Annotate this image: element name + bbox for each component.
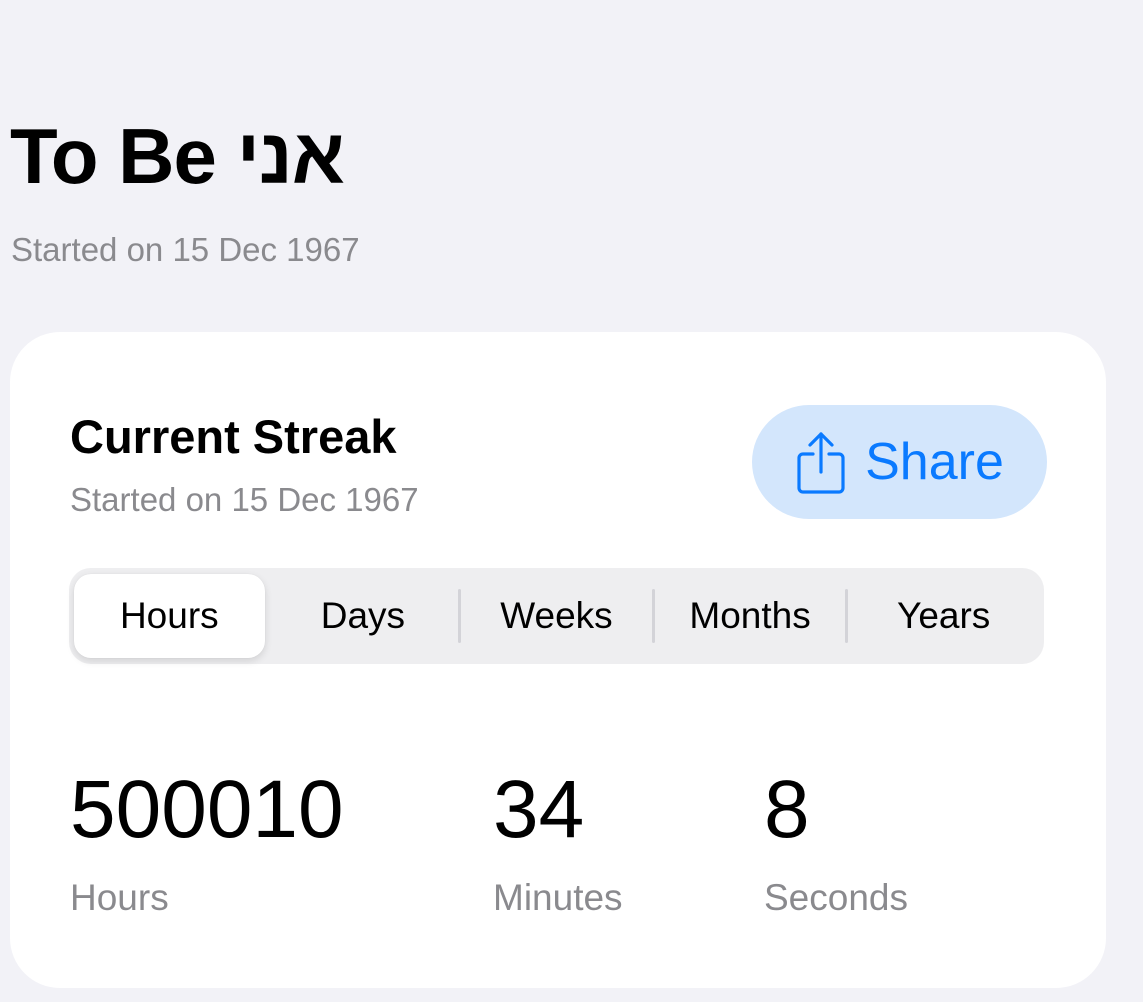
segment-hours[interactable]: Hours — [74, 574, 265, 658]
streak-start-date: Started on 15 Dec 1967 — [70, 481, 419, 518]
segment-label: Weeks — [500, 595, 613, 636]
stat-label: Hours — [70, 877, 169, 918]
share-icon — [797, 432, 845, 494]
stat-value: 500010 — [70, 764, 344, 855]
segment-label: Days — [320, 595, 406, 636]
page-subtitle: Started on 15 Dec 1967 — [11, 231, 360, 268]
segment-months[interactable]: Months — [655, 574, 846, 658]
stat-minutes: 34 Minutes — [493, 762, 623, 920]
stat-value: 34 — [493, 764, 585, 855]
segment-days[interactable]: Days — [268, 574, 459, 658]
current-streak-card: Current Streak Started on 15 Dec 1967 Sh… — [10, 332, 1106, 988]
stat-label: Seconds — [764, 877, 908, 918]
share-label: Share — [865, 433, 1004, 491]
time-unit-segmented-control: Hours Days Weeks Months Years — [69, 568, 1044, 664]
share-button[interactable]: Share — [752, 405, 1047, 519]
segment-weeks[interactable]: Weeks — [461, 574, 652, 658]
stat-label: Minutes — [493, 877, 623, 918]
stat-value: 8 — [764, 764, 810, 855]
segment-label: Months — [689, 595, 811, 636]
streak-page: To Be אני Started on 15 Dec 1967 Current… — [0, 0, 1143, 1002]
page-title: To Be אני — [10, 112, 345, 200]
segment-label: Hours — [119, 595, 219, 636]
segment-label: Years — [897, 595, 991, 636]
stat-seconds: 8 Seconds — [764, 762, 908, 920]
streak-title: Current Streak — [70, 410, 397, 463]
stat-hours: 500010 Hours — [70, 762, 344, 920]
segment-years[interactable]: Years — [848, 574, 1039, 658]
